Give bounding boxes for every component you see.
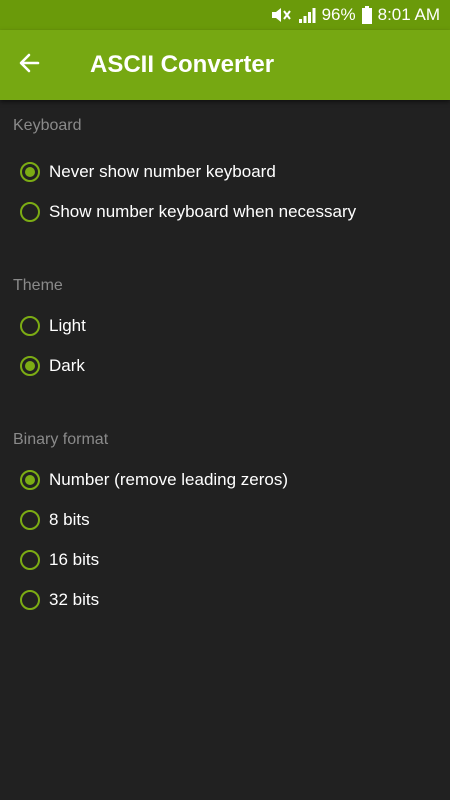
section-header: Binary format bbox=[13, 431, 109, 448]
radio-option[interactable]: 32 bits bbox=[0, 580, 450, 620]
arrow-back-icon bbox=[18, 52, 40, 79]
status-bar: 96% 8:01 AM bbox=[0, 0, 450, 30]
radio-button-icon[interactable] bbox=[20, 202, 40, 222]
radio-button-icon[interactable] bbox=[20, 470, 40, 490]
page-title: ASCII Converter bbox=[90, 51, 275, 78]
radio-label: Show number keyboard when necessary bbox=[49, 202, 357, 221]
signal-icon bbox=[298, 7, 316, 23]
radio-label: Dark bbox=[49, 356, 85, 375]
binary-format-section: Binary format Number (remove leading zer… bbox=[0, 420, 450, 620]
settings-list: Keyboard Never show number keyboard Show… bbox=[0, 100, 450, 644]
radio-label: Light bbox=[49, 316, 86, 335]
radio-label: Never show number keyboard bbox=[49, 162, 276, 181]
radio-button-icon[interactable] bbox=[20, 316, 40, 336]
radio-option[interactable]: Light bbox=[0, 306, 450, 346]
app-bar: ASCII Converter bbox=[0, 30, 450, 100]
radio-option[interactable]: 8 bits bbox=[0, 500, 450, 540]
battery-percent: 96% bbox=[321, 5, 356, 24]
section-header: Theme bbox=[13, 277, 63, 294]
battery-icon bbox=[361, 6, 372, 24]
back-button[interactable] bbox=[0, 30, 58, 100]
radio-option[interactable]: Never show number keyboard bbox=[0, 152, 450, 192]
radio-button-icon[interactable] bbox=[20, 162, 40, 182]
radio-option[interactable]: Show number keyboard when necessary bbox=[0, 192, 450, 232]
radio-button-icon[interactable] bbox=[20, 550, 40, 570]
radio-label: 8 bits bbox=[49, 510, 90, 529]
radio-label: 16 bits bbox=[49, 550, 100, 569]
radio-label: 32 bits bbox=[49, 590, 100, 609]
radio-button-icon[interactable] bbox=[20, 590, 40, 610]
mute-icon bbox=[270, 6, 292, 24]
clock: 8:01 AM bbox=[377, 5, 440, 24]
radio-option[interactable]: Number (remove leading zeros) bbox=[0, 460, 450, 500]
radio-option[interactable]: Dark bbox=[0, 346, 450, 386]
radio-button-icon[interactable] bbox=[20, 510, 40, 530]
radio-label: Number (remove leading zeros) bbox=[49, 470, 289, 489]
radio-option[interactable]: 16 bits bbox=[0, 540, 450, 580]
keyboard-section: Keyboard Never show number keyboard Show… bbox=[0, 100, 450, 232]
radio-button-icon[interactable] bbox=[20, 356, 40, 376]
theme-section: Theme Light Dark bbox=[0, 266, 450, 386]
section-header: Keyboard bbox=[13, 117, 82, 134]
